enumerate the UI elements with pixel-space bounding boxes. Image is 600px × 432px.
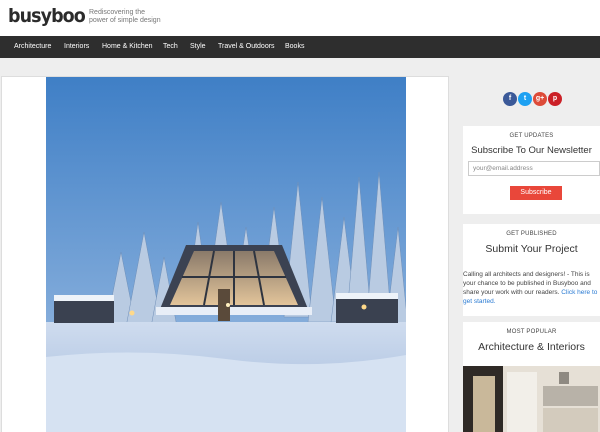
tagline-line-1: Rediscovering the [89,9,146,16]
popular-title: Architecture & Interiors [478,341,585,353]
nav-item-travel-outdoors[interactable]: Travel & Outdoors [218,36,275,58]
tagline-line-2: power of simple design [89,17,161,24]
email-field[interactable] [468,161,600,176]
nav-item-home-kitchen[interactable]: Home & Kitchen [102,36,153,58]
nav-item-interiors[interactable]: Interiors [64,36,89,58]
popular-post-thumbnail[interactable] [463,366,600,432]
twitter-icon[interactable]: t [518,92,532,106]
newsletter-widget: GET UPDATES Subscribe To Our Newsletter … [463,126,600,214]
newsletter-title: Subscribe To Our Newsletter [471,145,592,156]
site-tagline: Rediscovering the power of simple design [89,9,161,25]
submit-description: Calling all architects and designers! - … [463,270,600,306]
newsletter-label: GET UPDATES [509,133,554,139]
pinterest-icon[interactable]: p [548,92,562,106]
subscribe-button[interactable]: Subscribe [510,186,562,200]
hero-image[interactable] [46,77,406,432]
nav-item-tech[interactable]: Tech [163,36,178,58]
submit-label: GET PUBLISHED [506,231,557,237]
main-content [1,76,449,432]
popular-label: MOST POPULAR [506,329,557,335]
main-nav: Architecture Interiors Home & Kitchen Te… [0,36,600,58]
submit-title: Submit Your Project [485,243,578,255]
site-logo[interactable]: busyboo [8,5,86,27]
nav-item-architecture[interactable]: Architecture [14,36,51,58]
most-popular-widget: MOST POPULAR Architecture & Interiors [463,322,600,432]
nav-item-style[interactable]: Style [190,36,206,58]
submit-project-widget: GET PUBLISHED Submit Your Project Callin… [463,224,600,316]
nav-item-books[interactable]: Books [285,36,304,58]
site-header: busyboo Rediscovering the power of simpl… [0,0,600,36]
facebook-icon[interactable]: f [503,92,517,106]
google-plus-icon[interactable]: g+ [533,92,547,106]
